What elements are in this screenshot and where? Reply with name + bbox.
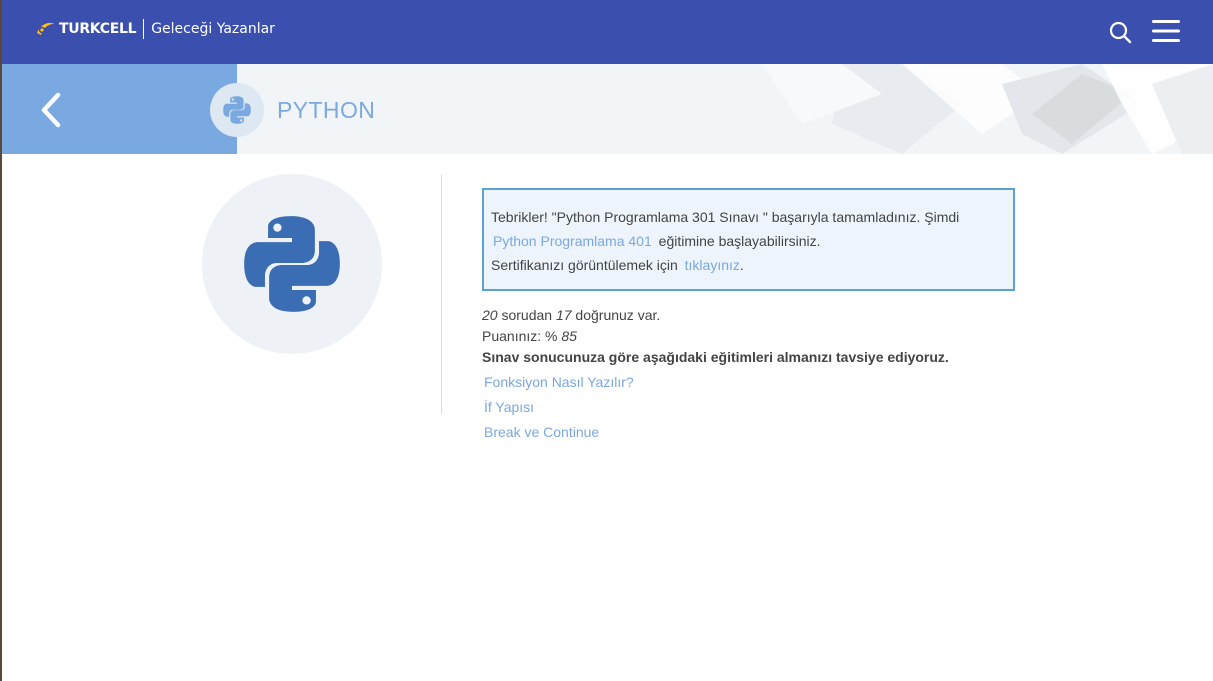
certificate-prefix: Sertifikanızı görüntülemek için	[491, 257, 678, 273]
next-course-line: Python Programlama 401 eğitimine başlaya…	[491, 229, 1006, 253]
course-icon-badge	[210, 83, 264, 137]
course-logo-circle	[202, 174, 382, 354]
next-course-suffix: eğitimine başlayabilirsiniz.	[658, 233, 821, 249]
course-banner: PYTHON	[2, 64, 1213, 154]
brand-tagline: Geleceği Yazanlar	[151, 21, 275, 37]
score-label: Puanınız: %	[482, 328, 558, 344]
correct-answers: 17	[555, 307, 572, 323]
vertical-divider	[441, 174, 442, 414]
exam-results: 20 sorudan 17 doğrunuz var. Puanınız: % …	[482, 305, 949, 445]
score-value: 85	[561, 328, 577, 344]
success-text: Tebrikler! "Python Programlama 301 Sınav…	[491, 209, 960, 225]
recommended-course-link[interactable]: İf Yapısı	[484, 395, 949, 420]
next-course-link[interactable]: Python Programlama 401	[491, 233, 652, 249]
search-button[interactable]	[1108, 20, 1132, 44]
top-navigation-bar: TURKCELL Geleceği Yazanlar	[2, 0, 1213, 64]
certificate-link[interactable]: tıklayınız	[685, 257, 740, 273]
python-logo-icon	[244, 216, 340, 312]
hamburger-menu-icon	[1152, 20, 1180, 42]
certificate-line: Sertifikanızı görüntülemek için tıklayın…	[491, 253, 1006, 277]
total-suffix: sorudan	[501, 307, 553, 323]
turkcell-logo-mark	[37, 22, 54, 35]
certificate-suffix: .	[739, 257, 744, 273]
python-logo-icon	[223, 96, 251, 124]
score-line: Puanınız: % 85	[482, 326, 949, 347]
course-title: PYTHON	[277, 97, 376, 123]
back-button[interactable]	[2, 64, 237, 154]
success-text-line: Tebrikler! "Python Programlama 301 Sınav…	[491, 205, 1006, 229]
recommended-courses-list: Fonksiyon Nasıl Yazılır? İf Yapısı Break…	[482, 370, 949, 445]
correct-count-line: 20 sorudan 17 doğrunuz var.	[482, 305, 949, 326]
main-menu-button[interactable]	[1152, 18, 1180, 44]
recommendation-heading: Sınav sonucunuza göre aşağıdaki eğitimle…	[482, 349, 949, 365]
turkcell-logo[interactable]: TURKCELL Geleceği Yazanlar	[34, 16, 275, 42]
logo-separator	[143, 19, 145, 39]
chevron-left-icon	[41, 92, 61, 128]
total-questions: 20	[482, 307, 498, 323]
correct-suffix: doğrunuz var.	[575, 307, 661, 323]
brand-name: TURKCELL	[59, 21, 137, 37]
search-icon	[1109, 21, 1132, 44]
exam-success-message: Tebrikler! "Python Programlama 301 Sınav…	[482, 188, 1015, 291]
recommended-course-link[interactable]: Fonksiyon Nasıl Yazılır?	[484, 370, 949, 395]
recommended-course-link[interactable]: Break ve Continue	[484, 420, 949, 445]
